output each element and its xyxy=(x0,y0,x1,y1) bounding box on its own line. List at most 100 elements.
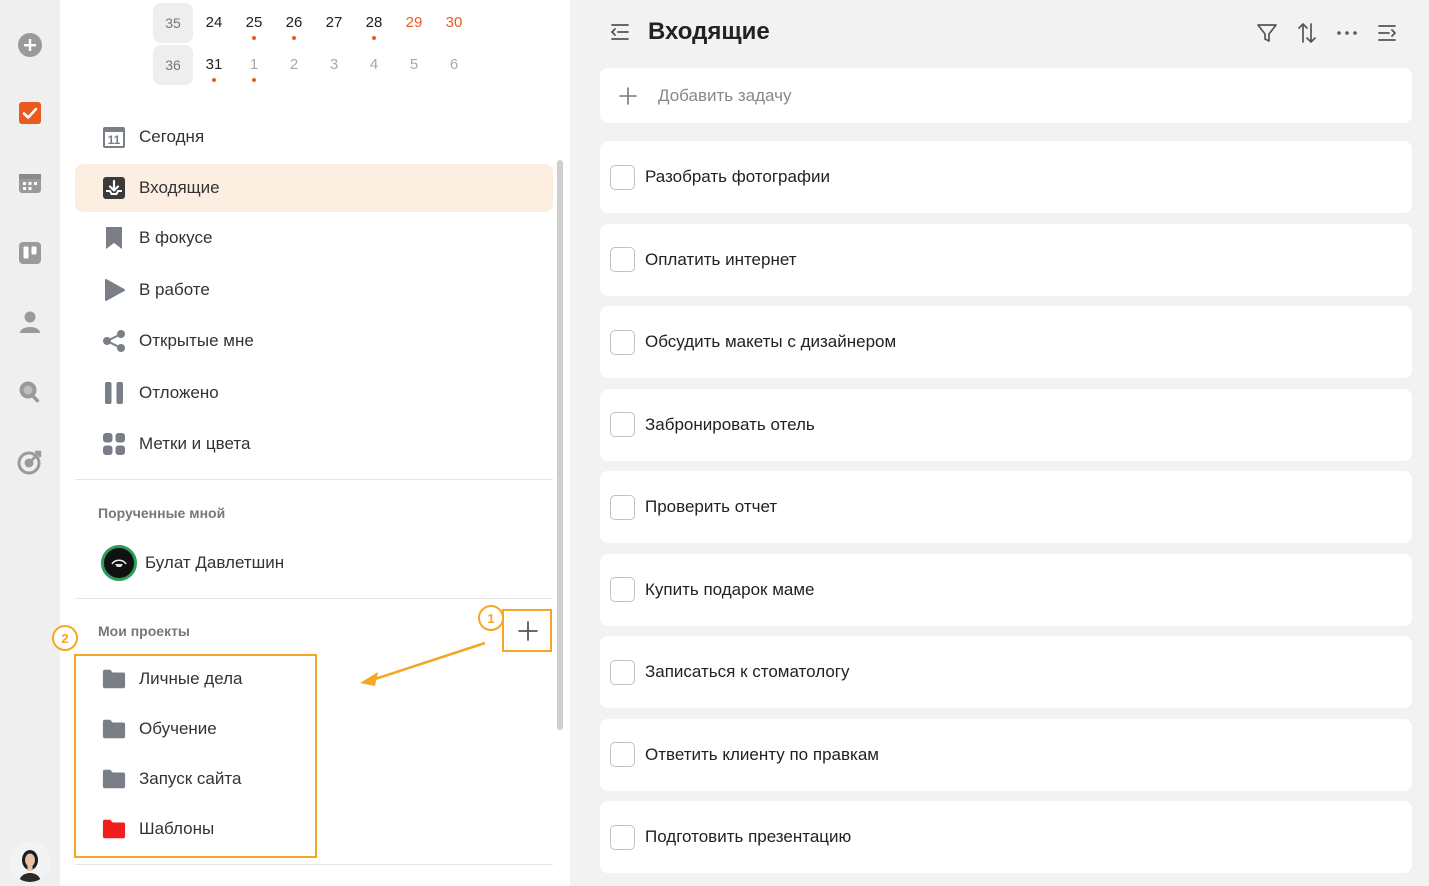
calendar-day[interactable]: 2 xyxy=(279,56,309,73)
task-checkbox[interactable] xyxy=(610,164,635,190)
calendar-day-label: 26 xyxy=(285,14,303,31)
task-title: Купить подарок маме xyxy=(645,579,815,599)
calendar-day[interactable]: 26 xyxy=(279,14,309,40)
nav-item-tags[interactable]: Метки и цвета xyxy=(75,420,553,468)
task-checkbox[interactable] xyxy=(610,824,635,850)
task-title: Проверить отчет xyxy=(645,497,778,516)
nav-item-in-progress[interactable]: В работе xyxy=(75,266,553,314)
task-row[interactable]: Разобрать фотографии xyxy=(600,141,1412,213)
task-checkbox[interactable] xyxy=(610,247,635,272)
task-checkbox[interactable] xyxy=(610,412,635,437)
nav-label: Метки и цвета xyxy=(139,434,251,453)
user-avatar xyxy=(101,545,137,581)
sort-icon[interactable] xyxy=(1294,20,1320,46)
contacts-icon[interactable] xyxy=(14,306,46,338)
nav-item-today[interactable]: 11 Сегодня xyxy=(75,113,553,161)
header: Входящие xyxy=(570,0,1429,64)
task-title: Забронировать отель xyxy=(645,414,815,434)
calendar-week-row: 36 xyxy=(60,45,570,85)
task-title: Разобрать фотографии xyxy=(645,167,830,186)
calendar-day[interactable]: 4 xyxy=(359,56,389,73)
goals-icon[interactable] xyxy=(14,446,46,478)
annotation-box-add xyxy=(502,609,552,652)
details-panel-icon[interactable] xyxy=(1374,20,1400,46)
task-title: Записаться к стоматологу xyxy=(645,662,850,681)
calendar-day[interactable]: 3 xyxy=(319,56,349,73)
calendar-day[interactable]: 27 xyxy=(319,14,349,31)
week-number: 36 xyxy=(153,45,193,85)
event-dot xyxy=(252,78,256,82)
plus-icon xyxy=(619,86,637,105)
nav-item-inbox[interactable]: Входящие xyxy=(75,164,553,212)
divider xyxy=(75,479,553,480)
calendar-day-label: 28 xyxy=(365,14,383,31)
calendar-day[interactable]: 31 xyxy=(199,56,229,82)
nav-label: В фокусе xyxy=(139,228,213,247)
filter-icon[interactable] xyxy=(1254,20,1280,46)
assigned-user-item[interactable]: Булат Давлетшин xyxy=(75,540,553,586)
calendar-day-label: 31 xyxy=(205,56,223,73)
nav-item-shared[interactable]: Открытые мне xyxy=(75,317,553,365)
calendar-day-label: 3 xyxy=(329,56,339,73)
annotation-badge-2: 2 xyxy=(52,625,78,651)
calendar-day-label: 30 xyxy=(445,14,463,31)
calendar-day[interactable]: 28 xyxy=(359,14,389,40)
calendar-day-label: 29 xyxy=(405,14,423,31)
task-checkbox[interactable] xyxy=(610,659,635,685)
task-checkbox[interactable] xyxy=(610,577,635,602)
calendar-day[interactable]: 30 xyxy=(439,14,469,31)
calendar-week-row: 35 xyxy=(60,3,570,43)
board-icon[interactable] xyxy=(14,237,46,269)
event-dot xyxy=(292,36,296,40)
nav-label: Открытые мне xyxy=(139,331,254,350)
svg-text:11: 11 xyxy=(108,133,121,147)
nav-label: Сегодня xyxy=(139,127,205,146)
divider xyxy=(75,864,553,865)
calendar-day[interactable]: 6 xyxy=(439,56,469,73)
task-row[interactable]: Оплатить интернет xyxy=(600,223,1412,296)
nav-item-postponed[interactable]: Отложено xyxy=(75,369,553,417)
event-dot xyxy=(372,36,376,40)
nav-item-focus[interactable]: В фокусе xyxy=(75,214,553,262)
nav-label: Входящие xyxy=(139,178,220,197)
task-row[interactable]: Купить подарок маме xyxy=(600,553,1412,626)
calendar-day[interactable]: 24 xyxy=(199,14,229,31)
calendar-day[interactable]: 5 xyxy=(399,56,429,73)
task-row[interactable]: Обсудить макеты с дизайнером xyxy=(600,306,1412,378)
annotation-badge-1: 1 xyxy=(478,605,504,631)
task-title: Оплатить интернет xyxy=(645,249,797,269)
calendar-icon[interactable] xyxy=(14,167,46,199)
menu-collapse-icon[interactable] xyxy=(608,20,632,44)
annotation-box-projects xyxy=(74,654,317,858)
calendar-day[interactable]: 25 xyxy=(239,14,269,40)
calendar-day-label: 2 xyxy=(289,56,299,73)
projects-section-title: Мои проекты xyxy=(98,623,190,639)
main-panel: Входящие Добавить задачу Разобрать фотог… xyxy=(570,0,1429,886)
task-checkbox[interactable] xyxy=(610,329,635,355)
task-row[interactable]: Записаться к стоматологу xyxy=(600,636,1412,708)
task-checkbox[interactable] xyxy=(610,494,635,520)
more-icon[interactable] xyxy=(1334,20,1360,46)
task-row[interactable]: Забронировать отель xyxy=(600,388,1412,461)
add-task-input[interactable]: Добавить задачу xyxy=(600,68,1412,123)
task-row[interactable]: Ответить клиенту по правкам xyxy=(600,718,1412,791)
calendar-day-label: 27 xyxy=(325,14,343,31)
tasks-checkbox-icon[interactable] xyxy=(14,97,46,129)
search-icon[interactable] xyxy=(14,376,46,408)
add-circle-icon[interactable] xyxy=(14,29,46,61)
calendar-day[interactable]: 1 xyxy=(239,56,269,82)
play-icon xyxy=(102,278,126,302)
assigned-section-title: Порученные мной xyxy=(98,505,226,521)
sidebar-scrollbar[interactable] xyxy=(557,160,563,730)
calendar-today-icon: 11 xyxy=(102,125,126,149)
task-row[interactable]: Проверить отчет xyxy=(600,471,1412,543)
task-row[interactable]: Подготовить презентацию xyxy=(600,801,1412,873)
task-checkbox[interactable] xyxy=(610,742,635,767)
profile-avatar[interactable] xyxy=(10,842,50,882)
nav-label: В работе xyxy=(139,280,210,299)
user-name: Булат Давлетшин xyxy=(145,553,285,572)
tags-icon xyxy=(102,432,126,456)
calendar-day[interactable]: 29 xyxy=(399,14,429,31)
task-title: Обсудить макеты с дизайнером xyxy=(645,332,897,351)
calendar-day-label: 1 xyxy=(249,56,259,73)
